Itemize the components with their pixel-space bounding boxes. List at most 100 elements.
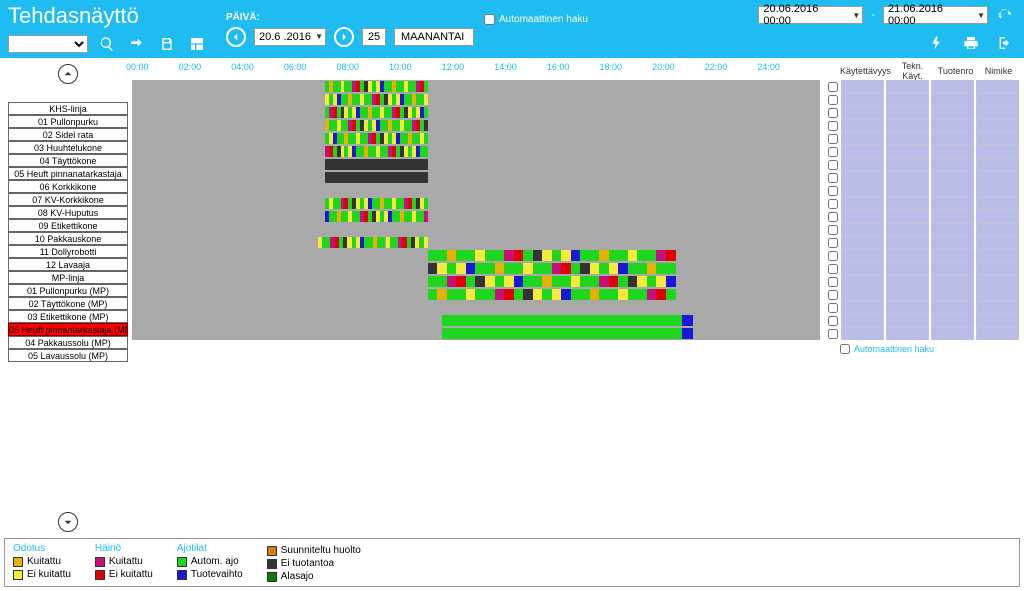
bar-segment [656, 276, 666, 287]
bolt-icon[interactable] [926, 32, 948, 54]
row-checkbox[interactable] [826, 93, 840, 106]
bar-segment [628, 289, 638, 300]
row-checkbox[interactable] [826, 301, 840, 314]
timeline-row[interactable] [132, 236, 820, 249]
timeline-row[interactable] [132, 275, 820, 288]
row-checkbox[interactable] [826, 262, 840, 275]
timeline-row[interactable] [132, 288, 820, 301]
timeline-row[interactable] [132, 262, 820, 275]
timeline-row[interactable] [132, 119, 820, 132]
date-to-select[interactable]: 21.06.2016 00:00 [883, 6, 988, 24]
machine-item[interactable]: 11 Dollyrobotti [8, 245, 128, 258]
date-select[interactable]: 20.6 .2016 [254, 28, 326, 46]
machine-item[interactable]: 04 Pakkaussolu (MP) [8, 336, 128, 349]
timeline-row[interactable] [132, 210, 820, 223]
machine-item[interactable]: 02 Sidel rata [8, 128, 128, 141]
machine-item[interactable]: 03 Huuhtelukone [8, 141, 128, 154]
machine-item[interactable]: 05 Heuft pinnantarkastaja (MP) [8, 323, 128, 336]
tech-availability-cell [886, 106, 929, 119]
timeline-row[interactable] [132, 197, 820, 210]
row-checkbox[interactable] [826, 236, 840, 249]
column-header: Käytettävyys [840, 66, 891, 76]
machine-item[interactable]: 09 Etikettikone [8, 219, 128, 232]
row-checkbox[interactable] [826, 80, 840, 93]
timeline-row[interactable] [132, 171, 820, 184]
machine-item[interactable]: 02 Täyttökone (MP) [8, 297, 128, 310]
timeline-row[interactable] [132, 327, 820, 340]
bar-segment [442, 315, 683, 326]
timeline-row[interactable] [132, 132, 820, 145]
prev-day-button[interactable] [226, 27, 246, 47]
availability-cell [841, 223, 884, 236]
bar-segment [424, 237, 428, 248]
main-select[interactable] [8, 35, 88, 53]
row-checkbox[interactable] [826, 132, 840, 145]
row-checkbox[interactable] [826, 171, 840, 184]
row-checkbox[interactable] [826, 223, 840, 236]
refresh-icon[interactable] [994, 4, 1016, 26]
person-icon[interactable] [126, 33, 148, 55]
machine-item[interactable]: 07 KV-Korkkikone [8, 193, 128, 206]
data-row [826, 145, 1020, 158]
timeline-row[interactable] [132, 184, 820, 197]
bar-segment [609, 263, 619, 274]
row-checkbox[interactable] [826, 145, 840, 158]
legend-item: Ei kuitattu [13, 569, 71, 580]
exit-icon[interactable] [994, 32, 1016, 54]
scroll-down-button[interactable] [58, 512, 78, 532]
machine-item[interactable]: 03 Etikettikone (MP) [8, 310, 128, 323]
legend-item: Kuitattu [95, 556, 153, 567]
machine-item[interactable]: 10 Pakkauskone [8, 232, 128, 245]
machine-item[interactable]: 05 Heuft pinnanatarkastaja [8, 167, 128, 180]
row-checkbox[interactable] [826, 314, 840, 327]
auto-search-footer[interactable]: Automaattinen haku [826, 344, 1020, 354]
timeline-row[interactable] [132, 301, 820, 314]
timeline-row[interactable] [132, 93, 820, 106]
row-checkbox[interactable] [826, 327, 840, 340]
data-row [826, 301, 1020, 314]
row-checkbox[interactable] [826, 197, 840, 210]
legend-item: Autom. ajo [177, 556, 243, 567]
row-checkbox[interactable] [826, 184, 840, 197]
timeline-row[interactable] [132, 249, 820, 262]
layout-icon[interactable] [186, 33, 208, 55]
availability-cell [841, 262, 884, 275]
timeline-row[interactable] [132, 223, 820, 236]
row-checkbox[interactable] [826, 119, 840, 132]
timeline-row[interactable] [132, 158, 820, 171]
product-number-cell [931, 158, 974, 171]
week-input[interactable] [362, 28, 386, 46]
bar-segment [424, 146, 428, 157]
row-checkbox[interactable] [826, 249, 840, 262]
timeline-row[interactable] [132, 106, 820, 119]
tech-availability-cell [886, 80, 929, 93]
timeline-row[interactable] [132, 314, 820, 327]
row-checkbox[interactable] [826, 158, 840, 171]
machine-item[interactable]: 08 KV-Huputus [8, 206, 128, 219]
print-icon[interactable] [960, 32, 982, 54]
machine-item[interactable]: 01 Pullonpurku [8, 115, 128, 128]
bar-segment [552, 276, 562, 287]
save-icon[interactable] [156, 33, 178, 55]
row-checkbox[interactable] [826, 275, 840, 288]
machine-item[interactable]: KHS-linja [8, 102, 128, 115]
scroll-up-button[interactable] [58, 64, 78, 84]
search-icon[interactable] [96, 33, 118, 55]
row-checkbox[interactable] [826, 210, 840, 223]
legend-swatch [177, 570, 187, 580]
row-checkbox[interactable] [826, 288, 840, 301]
date-from-select[interactable]: 20.06.2016 00:00 [758, 6, 863, 24]
row-checkbox[interactable] [826, 106, 840, 119]
auto-search-checkbox[interactable]: Automaattinen haku [484, 14, 588, 25]
next-day-button[interactable] [334, 27, 354, 47]
data-row [826, 314, 1020, 327]
machine-item[interactable]: 05 Lavaussolu (MP) [8, 349, 128, 362]
timeline-row[interactable] [132, 80, 820, 93]
machine-item[interactable]: MP-linja [8, 271, 128, 284]
machine-item[interactable]: 04 Täyttökone [8, 154, 128, 167]
bar-segment [618, 263, 628, 274]
machine-item[interactable]: 01 Pullonpurku (MP) [8, 284, 128, 297]
timeline-row[interactable] [132, 145, 820, 158]
machine-item[interactable]: 12 Lavaaja [8, 258, 128, 271]
machine-item[interactable]: 06 Korkkikone [8, 180, 128, 193]
